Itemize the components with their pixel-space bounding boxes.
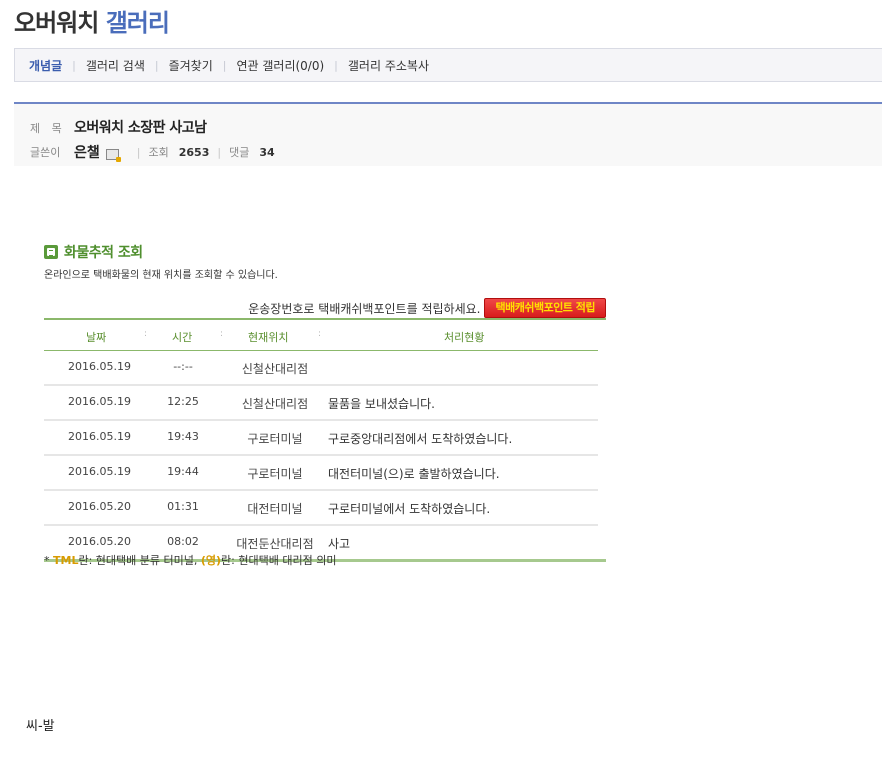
post-title-label: 제 목 <box>30 122 66 135</box>
cell-status: 구로중앙대리점에서 도착하였습니다. <box>328 432 513 446</box>
tab-divider: | <box>72 58 76 72</box>
cell-time: 19:44 <box>167 465 199 478</box>
tracking-footnote: * TML란: 현대택배 분류 터미널, (영)란: 현대택배 대리점 의미 <box>44 552 336 568</box>
promo-row: 운송장번호로 택배캐쉬백포인트를 적립하세요. 택배캐쉬백포인트 적립 <box>44 298 606 318</box>
author-label: 글쓴이 <box>30 146 61 159</box>
column-divider: : <box>144 329 148 339</box>
cashback-point-button[interactable]: 택배캐쉬백포인트 적립 <box>484 298 606 318</box>
cell-location: 신철산대리점 <box>241 397 309 411</box>
footnote-mid: 란: 현대택배 분류 터미널, <box>78 554 201 567</box>
cell-status: 구로터미널에서 도착하였습니다. <box>328 502 491 516</box>
cell-time: 12:25 <box>167 395 199 408</box>
cell-status: 사고 <box>328 537 351 551</box>
gallery-title-main: 오버워치 <box>14 9 99 37</box>
post-meta-row: 글쓴이 은챌 | 조회 2653 | 댓글 34 <box>30 142 275 162</box>
tracking-table: 날짜 : 시간 : 현재위치 : 처리현황 2016.05.19 --:-- 신… <box>44 318 606 562</box>
footnote-end: 란: 현대택배 대리점 의미 <box>221 554 337 567</box>
cell-status: 물품을 보내셨습니다. <box>328 397 435 411</box>
views-label: 조회 <box>148 146 169 159</box>
gallery-tabbar: 개념글 | 갤러리 검색 | 즐겨찾기 | 연관 갤러리(0/0) | 갤러리 … <box>14 48 882 82</box>
cell-date: 2016.05.19 <box>68 395 131 408</box>
table-header: 날짜 : 시간 : 현재위치 : 처리현황 <box>44 320 598 351</box>
cell-location: 대전둔산대리점 <box>236 537 314 551</box>
comments-label: 댓글 <box>229 146 250 159</box>
meta-divider: | <box>136 145 141 159</box>
tab-copy-gallery-url[interactable]: 갤러리 주소복사 <box>348 57 429 74</box>
post-header: 제 목 오버워치 소장판 사고남 글쓴이 은챌 | 조회 2653 | 댓글 3… <box>14 102 882 166</box>
tab-related-gallery[interactable]: 연관 갤러리(0/0) <box>236 57 324 74</box>
column-header-date: 날짜 <box>86 331 107 344</box>
cell-date: 2016.05.20 <box>68 500 131 513</box>
cell-location: 대전터미널 <box>247 502 303 516</box>
document-icon <box>44 245 58 259</box>
tab-divider: | <box>334 58 338 72</box>
table-row: 2016.05.19 19:43 구로터미널 구로중앙대리점에서 도착하였습니다… <box>44 421 598 456</box>
fixed-nick-icon <box>105 148 121 162</box>
tracking-title: 화물추적 조회 <box>64 245 143 261</box>
cell-location: 구로터미널 <box>247 467 303 481</box>
promo-text: 운송장번호로 택배캐쉬백포인트를 적립하세요. <box>248 301 481 316</box>
meta-divider: | <box>217 145 222 159</box>
cell-date: 2016.05.19 <box>68 360 131 373</box>
tab-divider: | <box>154 58 159 72</box>
tab-divider: | <box>222 58 227 72</box>
table-row: 2016.05.20 01:31 대전터미널 구로터미널에서 도착하였습니다. <box>44 491 598 526</box>
cell-date: 2016.05.19 <box>68 430 131 443</box>
comments-count[interactable]: 34 <box>259 146 274 159</box>
column-divider: : <box>220 329 224 339</box>
table-row: 2016.05.19 19:44 구로터미널 대전터미널(으)로 출발하였습니다… <box>44 456 598 491</box>
cell-location: 구로터미널 <box>247 432 303 446</box>
tab-best-posts[interactable]: 개념글 <box>29 57 62 74</box>
author-name[interactable]: 은챌 <box>74 142 100 162</box>
cell-status: 대전터미널(으)로 출발하였습니다. <box>328 467 500 481</box>
post-title-row: 제 목 오버워치 소장판 사고남 <box>30 117 207 137</box>
cell-date: 2016.05.20 <box>68 535 131 548</box>
tab-gallery-search[interactable]: 갤러리 검색 <box>86 57 145 74</box>
cell-location: 신철산대리점 <box>241 362 309 376</box>
cell-time: --:-- <box>173 360 193 373</box>
tracking-description: 온라인으로 택배화물의 현재 위치를 조회할 수 있습니다. <box>44 270 278 281</box>
table-row: 2016.05.19 --:-- 신철산대리점 <box>44 351 598 386</box>
footnote-young: (영) <box>200 554 222 567</box>
cell-time: 01:31 <box>167 500 199 513</box>
gallery-title-accent: 갤러리 <box>105 9 170 37</box>
post-body-text: 씨-발 <box>26 719 55 734</box>
column-header-time: 시간 <box>172 331 193 344</box>
cell-time: 08:02 <box>167 535 199 548</box>
cell-time: 19:43 <box>167 430 199 443</box>
views-count: 2653 <box>178 145 210 159</box>
gallery-title[interactable]: 오버워치 갤러리 <box>14 6 170 40</box>
post-title: 오버워치 소장판 사고남 <box>74 120 207 136</box>
tracking-header: 화물추적 조회 <box>44 242 143 262</box>
column-header-status: 처리현황 <box>444 331 485 344</box>
footnote-prefix: * <box>44 554 53 567</box>
tab-favorites[interactable]: 즐겨찾기 <box>169 57 213 74</box>
footnote-tml: TML <box>53 554 79 567</box>
column-divider: : <box>318 329 322 339</box>
column-header-location: 현재위치 <box>248 331 289 344</box>
table-row: 2016.05.19 12:25 신철산대리점 물품을 보내셨습니다. <box>44 386 598 421</box>
cell-date: 2016.05.19 <box>68 465 131 478</box>
